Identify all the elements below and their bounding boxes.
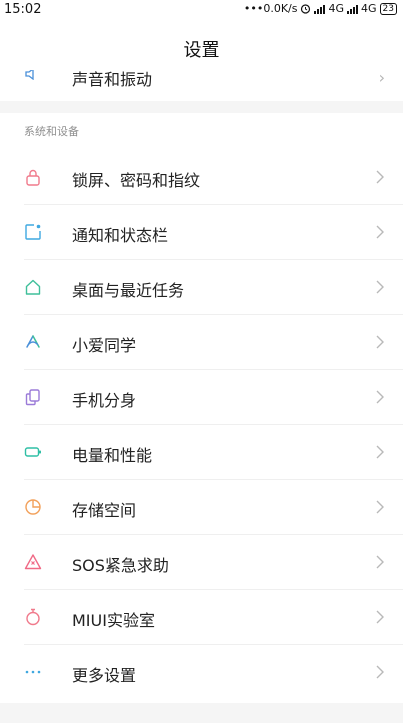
settings-row-label: MIUI实验室 [72,611,155,630]
chevron-right-icon [376,280,384,294]
status-icons: •••0.0K/s 4G 4G 23 [244,2,397,15]
settings-row-label: 通知和状态栏 [72,226,169,245]
lab-icon [26,608,40,626]
settings-row-label: 更多设置 [72,666,137,685]
notification-icon [25,224,41,240]
chevron-right-icon [376,610,384,624]
settings-row-label: 存储空间 [72,501,137,520]
settings-row-label: 桌面与最近任务 [72,281,185,300]
page-title: 设置 [183,40,220,61]
alarm-icon [301,4,311,14]
settings-row-label: 小爱同学 [72,336,137,355]
signal-icon [314,4,326,14]
more-icon [25,670,41,674]
battery-icon [24,447,41,457]
sim2-network: 4G [361,2,377,15]
second-space-icon [25,389,40,406]
section-separator [0,703,403,723]
settings-row-battery[interactable]: 电量和性能 [0,425,403,480]
chevron-right-icon [376,170,384,184]
storage-icon [25,499,41,515]
status-time: 15:02 [4,2,42,17]
settings-row-miui-lab[interactable]: MIUI实验室 [0,590,403,645]
sim1-network: 4G [328,2,345,15]
speaker-icon [25,70,34,80]
settings-row-label: 锁屏、密码和指纹 [72,171,201,190]
settings-row-storage[interactable]: 存储空间 [0,480,403,535]
status-bar: 15:02 •••0.0K/s 4G 4G 23 [0,0,403,20]
settings-row-sound[interactable]: 声音和振动 › [0,70,403,94]
chevron-right-icon: › [378,70,385,87]
settings-row-label: 声音和振动 [72,70,153,89]
battery-icon: 23 [379,2,397,15]
section-separator [0,101,403,113]
chevron-right-icon [376,665,384,679]
lock-icon [26,169,40,186]
chevron-right-icon [376,445,384,459]
chevron-right-icon [376,225,384,239]
settings-list: 锁屏、密码和指纹 通知和状态栏 桌面与最近任务 小爱同学 手机分身 电量和性能 … [0,150,403,700]
settings-row-lock-screen[interactable]: 锁屏、密码和指纹 [0,150,403,205]
home-icon [25,279,41,295]
chevron-right-icon [376,335,384,349]
settings-row-more[interactable]: 更多设置 [0,645,403,700]
settings-row-label: SOS紧急求助 [72,556,169,575]
settings-row-sos[interactable]: SOS紧急求助 [0,535,403,590]
network-speed: •••0.0K/s [243,2,298,15]
chevron-right-icon [376,500,384,514]
chevron-right-icon [376,555,384,569]
settings-row-xiaoai[interactable]: 小爱同学 [0,315,403,370]
chevron-right-icon [376,390,384,404]
xiaoai-icon [26,335,40,348]
settings-row-label: 电量和性能 [72,446,153,465]
settings-row-second-space[interactable]: 手机分身 [0,370,403,425]
settings-row-home-screen[interactable]: 桌面与最近任务 [0,260,403,315]
section-header: 系统和设备 [24,125,79,138]
settings-row-label: 手机分身 [72,391,137,410]
signal-icon [347,4,359,14]
sos-icon [24,554,42,570]
settings-row-notifications[interactable]: 通知和状态栏 [0,205,403,260]
